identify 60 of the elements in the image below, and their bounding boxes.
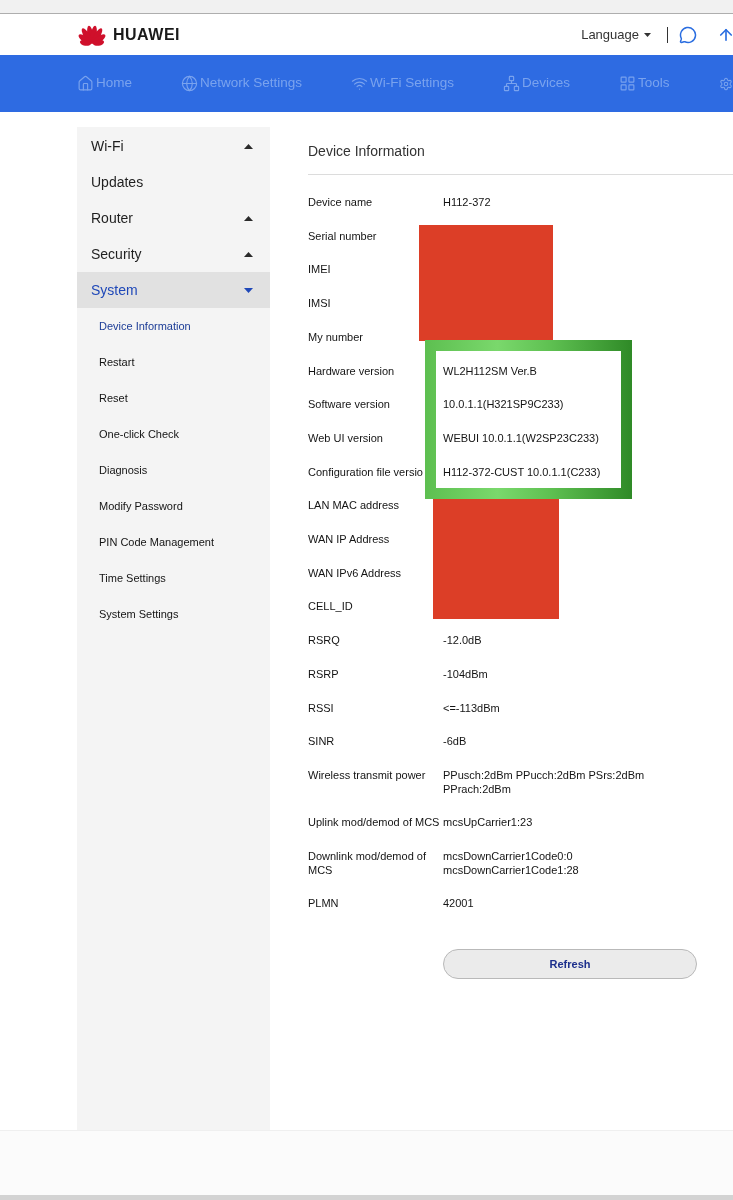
field-label: Configuration file versio <box>308 465 423 478</box>
flower-logo-icon <box>76 23 108 46</box>
home-icon <box>77 75 94 92</box>
field-label: Serial number <box>308 229 377 242</box>
field-value: 42001 <box>443 897 474 910</box>
field-value: mcsDownCarrier1Code0:0 mcsDownCarrier1Code1:28 <box>443 850 579 876</box>
field-label: IMEI <box>308 263 331 276</box>
language-dropdown[interactable]: Language <box>581 24 651 45</box>
chat-bubble-icon[interactable] <box>679 25 697 44</box>
field-value: WL2H112SM Ver.B <box>443 364 537 377</box>
field-label: RSSI <box>308 701 334 714</box>
sidebar-subitem[interactable]: Modify Password <box>77 488 270 524</box>
field-value: H112-372 <box>443 196 491 208</box>
field-label: IMSI <box>308 297 331 310</box>
field-label: CELL_ID <box>308 600 353 613</box>
field-label: Hardware version <box>308 364 395 377</box>
field-label: RSRP <box>308 667 339 680</box>
field-value: H112-372-CUST 10.0.1.1(C233) <box>443 465 601 478</box>
field-label: SINR <box>308 735 335 748</box>
sidebar-item[interactable]: Wi-Fi <box>77 128 270 164</box>
field-label: My number <box>308 330 364 343</box>
sidebar-subitem[interactable]: PIN Code Management <box>77 524 270 560</box>
globe-icon <box>181 75 198 92</box>
sidebar-item[interactable]: Router <box>77 200 270 236</box>
field-label: LAN MAC address <box>308 499 400 512</box>
field-value: -104dBm <box>443 667 488 680</box>
field-value: -6dB <box>443 735 467 748</box>
refresh-button[interactable]: Refresh <box>443 949 697 980</box>
caret-down-icon <box>644 32 651 37</box>
field-value: -12.0dB <box>443 634 482 647</box>
sidebar-item[interactable]: Security <box>77 236 270 272</box>
wifi-icon <box>351 75 369 92</box>
field-label: Device name <box>308 196 373 208</box>
section-title: Device Information <box>308 142 426 161</box>
field-label: Wireless transmit power <box>308 768 426 781</box>
logo-text: HUAWEI <box>113 24 180 45</box>
field-label: PLMN <box>308 897 339 910</box>
sidebar-subitem[interactable]: Diagnosis <box>77 452 270 488</box>
field-value: PPusch:2dBm PPucch:2dBm PSrs:2dBm PPrach:2dBm <box>443 768 645 795</box>
field-label: WAN IPv6 Address <box>308 566 402 579</box>
sidebar-subitem[interactable]: Time Settings <box>77 560 270 596</box>
field-value: 10.0.1.1(H321SP9C233) <box>443 398 564 411</box>
field-label: Uplink mod/demod of MCS <box>308 816 440 829</box>
hierarchy-icon <box>503 75 521 92</box>
sidebar-subitem[interactable]: One-click Check <box>77 416 270 452</box>
sidebar-subitem[interactable]: Device Information <box>77 308 270 344</box>
field-label: RSRQ <box>308 634 340 647</box>
field-label: Software version <box>308 398 390 411</box>
field-label: WAN IP Address <box>308 533 390 546</box>
sidebar-subitem[interactable]: Reset <box>77 380 270 416</box>
sidebar-item[interactable]: Updates <box>77 164 270 200</box>
field-label: Web UI version <box>308 431 383 444</box>
grid-icon <box>619 75 637 92</box>
field-value: mcsUpCarrier1:23 <box>443 816 533 829</box>
field-value: <=-113dBm <box>443 701 500 714</box>
sidebar-subitem[interactable]: Restart <box>77 344 270 380</box>
field-label: Downlink mod/demod of MCS <box>308 850 426 876</box>
field-value: WEBUI 10.0.1.1(W2SP23C233) <box>443 431 599 444</box>
sidebar-subitem[interactable]: System Settings <box>77 596 270 632</box>
sidebar-item[interactable]: System <box>77 272 270 308</box>
